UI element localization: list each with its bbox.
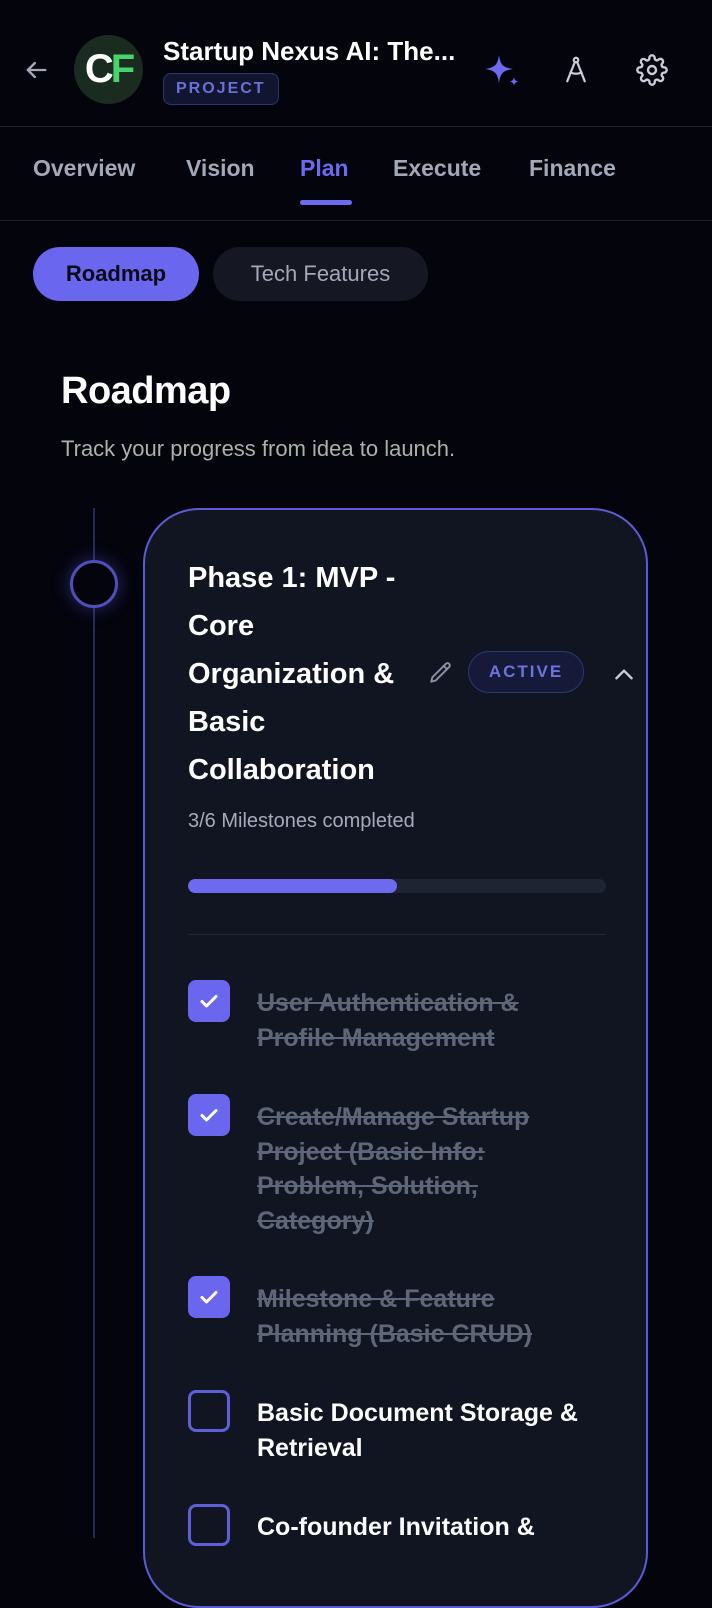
tab-execute[interactable]: Execute [393,155,481,182]
milestone-label: Co-founder Invitation & [257,1513,535,1541]
milestone-checkbox[interactable] [188,1504,230,1546]
milestone-label: Basic Document Storage & Retrieval [257,1399,578,1462]
tab-plan[interactable]: Plan [300,155,349,182]
check-icon [200,1109,218,1122]
project-logo: CF [74,35,143,104]
progress-fill [188,879,397,893]
tab-overview[interactable]: Overview [33,155,135,182]
milestone-count: 3/6 Milestones completed [188,810,415,832]
milestone-checkbox[interactable] [188,1094,230,1136]
milestone-label: User Authentication & Profile Management [257,989,519,1052]
app-header: CF Startup Nexus AI: The... PROJECT [0,0,712,127]
back-button[interactable] [20,52,52,88]
milestone-checkbox[interactable] [188,1276,230,1318]
section-subtitle: Track your progress from idea to launch. [61,436,456,461]
gear-icon [636,54,668,86]
chevron-up-icon [615,669,633,680]
milestone-checkbox[interactable] [188,980,230,1022]
pencil-icon [430,662,451,683]
tab-vision[interactable]: Vision [186,155,255,182]
arrow-left-icon [26,61,47,79]
edit-phase-button[interactable] [428,660,454,686]
main-tabs: Overview Vision Plan Execute Finance [0,127,712,221]
subtab-tech-features[interactable]: Tech Features [213,247,428,301]
phase-title: Phase 1: MVP - Core Organization & Basic… [188,562,396,786]
ai-sparkle-icon [485,55,519,86]
ai-assistant-button[interactable] [480,48,524,92]
collapse-phase-button[interactable] [607,658,641,692]
divider [188,934,606,935]
compass-icon [566,56,586,83]
timeline-line [93,508,95,1538]
progress-bar [188,879,606,893]
logo-letter-c: C [84,47,114,91]
check-icon [200,1291,218,1304]
subtab-roadmap[interactable]: Roadmap [33,247,199,301]
active-tab-indicator [300,200,352,205]
project-badge: PROJECT [163,73,279,105]
tab-finance[interactable]: Finance [529,155,616,182]
phase-card: Phase 1: MVP - Core Organization & Basic… [143,508,648,1608]
timeline-node [70,560,118,608]
settings-button[interactable] [630,48,674,92]
status-badge: ACTIVE [468,651,584,693]
logo-letter-f: F [110,47,136,91]
milestone-label: Milestone & Feature Planning (Basic CRUD… [257,1285,533,1348]
section-title: Roadmap [61,370,231,412]
compass-button[interactable] [554,48,598,92]
milestone-checkbox[interactable] [188,1390,230,1432]
project-title: Startup Nexus AI: The... [163,36,456,66]
check-icon [200,995,218,1008]
milestone-label: Create/Manage Startup Project (Basic Inf… [257,1103,530,1235]
